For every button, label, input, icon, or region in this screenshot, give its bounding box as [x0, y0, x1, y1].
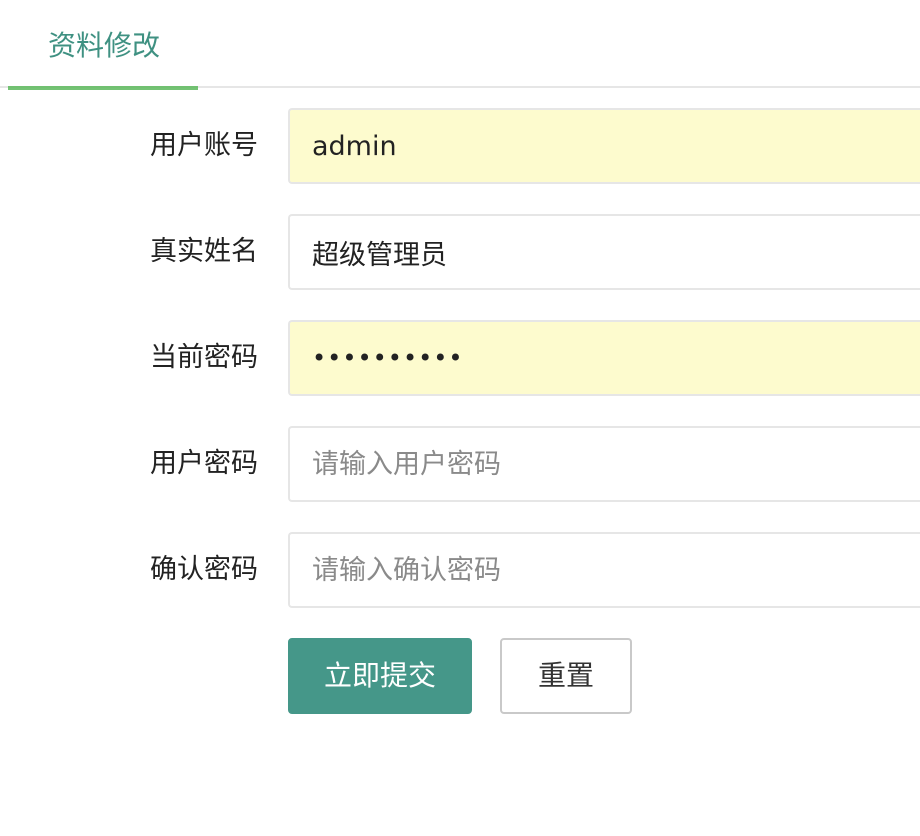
- profile-edit-page: 资料修改 用户账号 真实姓名 当前密码 用户密码 确认密码 立即提交 重置: [0, 0, 920, 836]
- current-password-label: 当前密码: [150, 342, 258, 373]
- form-row-current-password: 当前密码: [0, 320, 920, 396]
- confirm-password-input[interactable]: [288, 532, 920, 608]
- username-input[interactable]: [288, 108, 920, 184]
- tab-profile-edit[interactable]: 资料修改: [8, 0, 198, 90]
- form-row-confirm-password: 确认密码: [0, 532, 920, 608]
- username-label: 用户账号: [150, 130, 258, 161]
- realname-label: 真实姓名: [150, 236, 258, 267]
- new-password-input[interactable]: [288, 426, 920, 502]
- tab-label: 资料修改: [48, 29, 161, 62]
- new-password-label: 用户密码: [150, 448, 258, 479]
- submit-button[interactable]: 立即提交: [288, 638, 472, 714]
- tab-bar: 资料修改: [0, 0, 920, 90]
- form-row-new-password: 用户密码: [0, 426, 920, 502]
- current-password-input[interactable]: [288, 320, 920, 396]
- realname-input[interactable]: [288, 214, 920, 290]
- form-row-username: 用户账号: [0, 108, 920, 184]
- reset-button[interactable]: 重置: [500, 638, 632, 714]
- form-row-realname: 真实姓名: [0, 214, 920, 290]
- active-tab-indicator: [8, 86, 198, 90]
- confirm-password-label: 确认密码: [150, 554, 258, 585]
